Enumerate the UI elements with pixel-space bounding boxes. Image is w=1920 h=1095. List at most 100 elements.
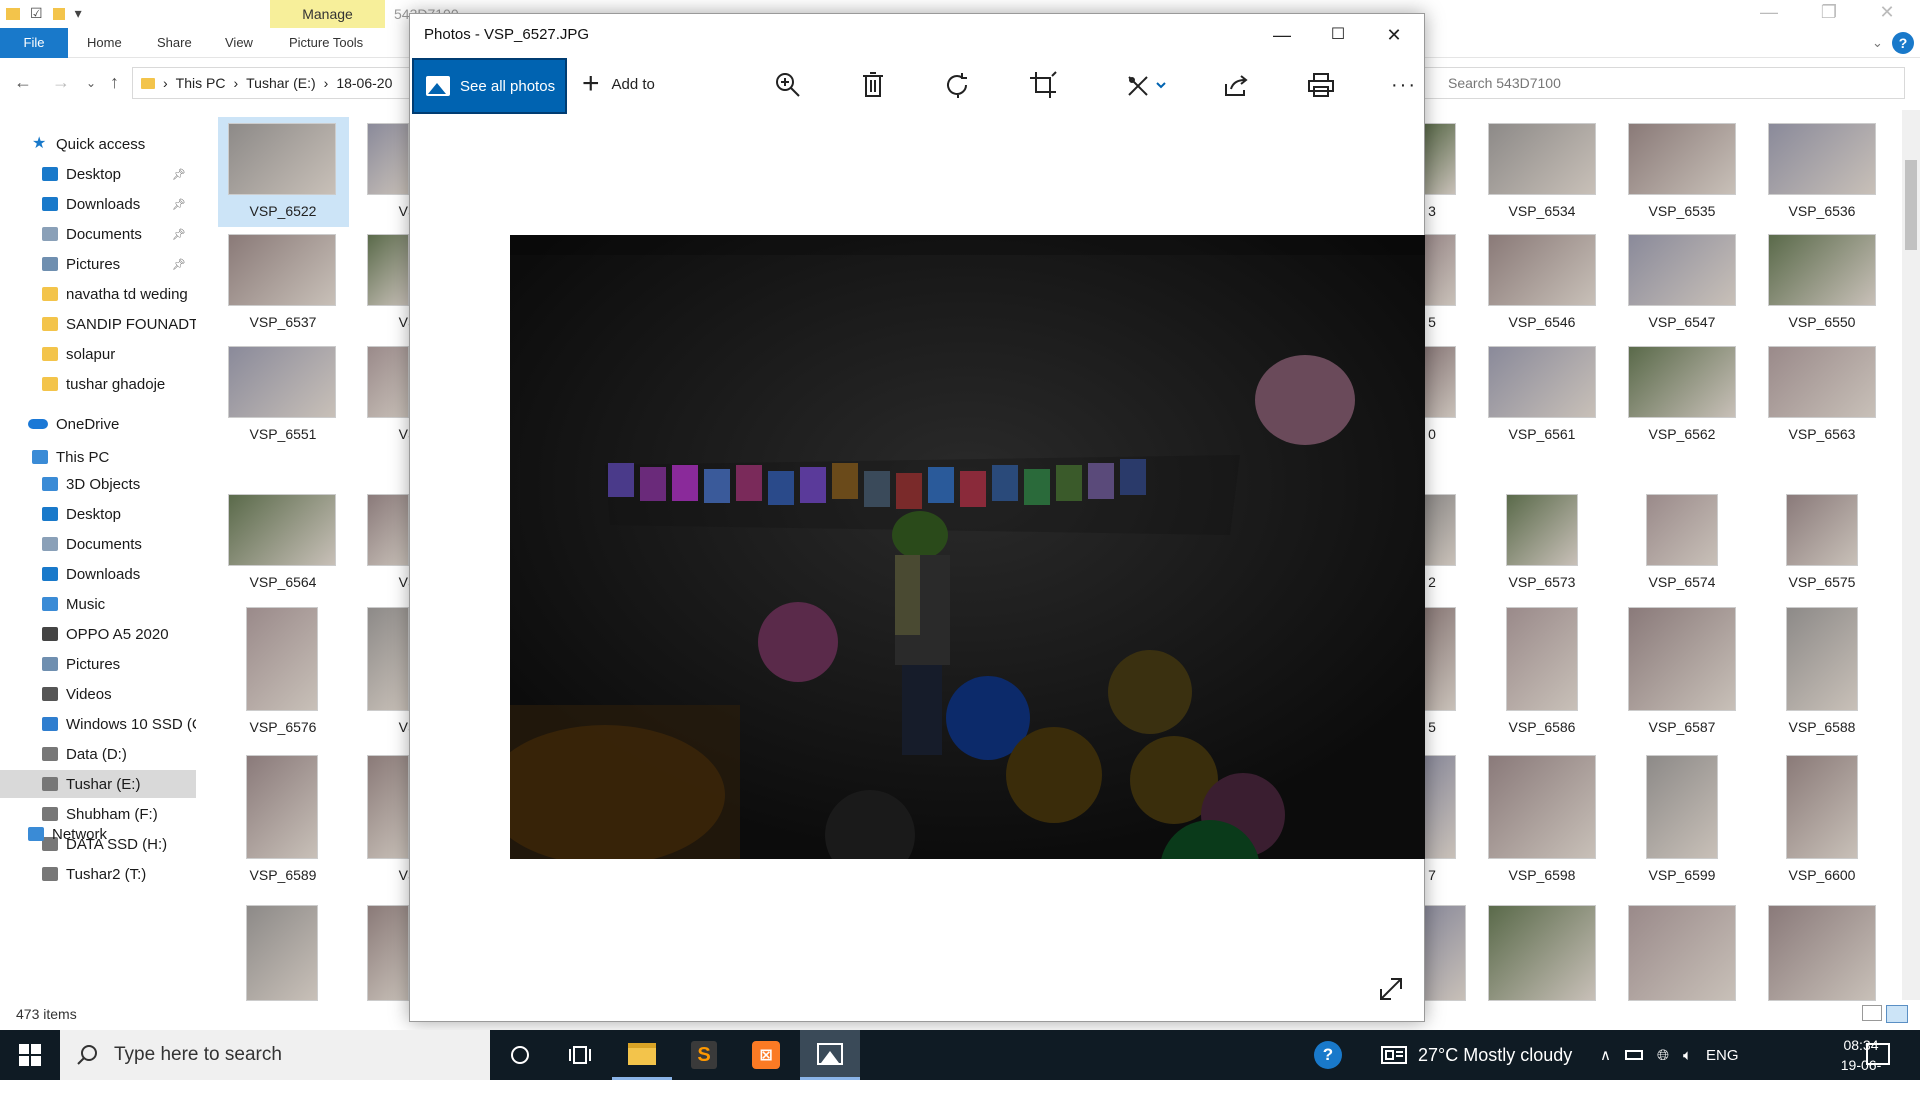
add-to-button[interactable]: + Add to [582, 69, 655, 99]
nav-pc-item[interactable]: Tushar2 (T:) [0, 860, 196, 888]
properties-icon[interactable]: ☑ [30, 5, 43, 22]
language-indicator[interactable]: ENG [1706, 1047, 1739, 1064]
file-thumbnail[interactable] [1424, 346, 1456, 418]
file-thumbnail[interactable] [1424, 234, 1456, 306]
file-name[interactable]: VSP_6537 [213, 314, 353, 330]
breadcrumb-folder[interactable]: 18-06-20 [336, 75, 392, 91]
file-name[interactable]: VSP_6589 [213, 867, 353, 883]
scrollbar-thumb[interactable] [1905, 160, 1917, 250]
weather-widget[interactable]: 27°C Mostly cloudy [1380, 1030, 1572, 1080]
explorer-close-button[interactable]: ✕ [1864, 2, 1910, 23]
rotate-icon[interactable] [940, 68, 976, 102]
nav-pc-item[interactable]: Videos [0, 680, 196, 708]
nav-quick-item[interactable]: navatha td weding [0, 280, 196, 308]
cortana-icon[interactable] [490, 1030, 550, 1080]
file-name[interactable]: VSP_6536 [1752, 203, 1892, 219]
file-thumbnail[interactable] [1488, 123, 1596, 195]
volume-icon[interactable]: 🔈︎ [1683, 1047, 1692, 1064]
get-help-icon[interactable]: ? [1314, 1041, 1342, 1069]
file-thumbnail[interactable] [246, 755, 318, 859]
manage-tab[interactable]: Manage [270, 0, 385, 28]
nav-quick-item[interactable]: Downloads 📌︎ [0, 190, 196, 218]
file-thumbnail[interactable] [228, 346, 336, 418]
minimize-button[interactable]: — [1254, 20, 1310, 50]
explorer-minimize-button[interactable]: — [1746, 2, 1792, 23]
details-view-icon[interactable] [1862, 1005, 1882, 1021]
new-folder-icon[interactable] [52, 7, 65, 20]
file-thumbnail[interactable] [367, 123, 409, 195]
back-icon[interactable]: ← [14, 72, 32, 93]
nav-quick-item[interactable]: SANDIP FOUNADTI( [0, 310, 196, 338]
file-thumbnail[interactable] [1424, 494, 1456, 566]
file-name[interactable]: VSP_6573 [1472, 574, 1612, 590]
file-thumbnail[interactable] [1424, 123, 1456, 195]
help-icon[interactable]: ? [1892, 32, 1914, 54]
nav-pc-item[interactable]: Windows 10 SSD (C [0, 710, 196, 738]
network-icon[interactable]: 🌐︎ [1657, 1047, 1669, 1064]
nav-quick-item[interactable]: Documents 📌︎ [0, 220, 196, 248]
photos-taskbar-icon[interactable] [800, 1030, 860, 1080]
recent-locations-icon[interactable]: ⌄ [86, 76, 96, 90]
file-thumbnail[interactable] [1768, 234, 1876, 306]
file-thumbnail[interactable] [1628, 123, 1736, 195]
file-thumbnail[interactable] [1488, 346, 1596, 418]
large-icons-view-icon[interactable] [1886, 1005, 1908, 1023]
address-bar[interactable]: › This PC › Tushar (E:) › 18-06-20 [132, 67, 432, 99]
file-name[interactable]: VSP_6587 [1612, 719, 1752, 735]
sublime-text-icon[interactable]: S [674, 1030, 734, 1080]
fullscreen-icon[interactable] [1376, 974, 1406, 1004]
vertical-scrollbar[interactable] [1902, 110, 1920, 1000]
file-name[interactable]: VSP_6562 [1612, 426, 1752, 442]
see-all-photos-button[interactable]: See all photos [412, 58, 567, 114]
file-name[interactable]: VSP_6564 [213, 574, 353, 590]
nav-pc-item[interactable]: Documents [0, 530, 196, 558]
more-icon[interactable]: ··· [1386, 68, 1422, 102]
search-input[interactable]: Search 543D7100 [1415, 67, 1905, 99]
nav-pc-item[interactable]: Downloads [0, 560, 196, 588]
file-thumbnail[interactable] [367, 494, 409, 566]
file-thumbnail[interactable] [1786, 755, 1858, 859]
start-button[interactable] [0, 1030, 60, 1080]
file-tab[interactable]: File [0, 28, 68, 58]
share-tab[interactable]: Share [157, 28, 192, 58]
nav-this-pc[interactable]: This PC [0, 443, 196, 471]
crop-icon[interactable] [1025, 68, 1061, 102]
file-thumbnail[interactable] [1506, 607, 1578, 711]
nav-pc-item[interactable]: Data (D:) [0, 740, 196, 768]
nav-quick-item[interactable]: Pictures 📌︎ [0, 250, 196, 278]
file-thumbnail[interactable] [1488, 234, 1596, 306]
file-name[interactable]: VSP_6522 [213, 203, 353, 219]
file-thumbnail[interactable] [1628, 905, 1736, 1001]
file-name[interactable]: VSP_6547 [1612, 314, 1752, 330]
nav-pc-item[interactable]: Pictures [0, 650, 196, 678]
file-thumbnail[interactable] [1646, 494, 1718, 566]
file-name[interactable]: VSP_6599 [1612, 867, 1752, 883]
file-thumbnail[interactable] [246, 905, 318, 1001]
nav-quick-item[interactable]: tushar ghadoje [0, 370, 196, 398]
print-icon[interactable] [1303, 68, 1339, 102]
forward-icon[interactable]: → [52, 72, 70, 93]
file-thumbnail[interactable] [1646, 755, 1718, 859]
nav-onedrive[interactable]: OneDrive [0, 410, 196, 438]
task-view-icon[interactable] [550, 1030, 610, 1080]
expand-ribbon-icon[interactable]: ⌄ [1872, 28, 1883, 58]
file-thumbnail[interactable] [1488, 755, 1596, 859]
file-thumbnail[interactable] [1768, 346, 1876, 418]
file-explorer-taskbar-icon[interactable] [612, 1030, 672, 1080]
file-thumbnail[interactable] [367, 346, 409, 418]
file-thumbnail[interactable] [367, 607, 409, 711]
close-button[interactable]: ✕ [1366, 20, 1422, 50]
file-name[interactable]: VSP_6574 [1612, 574, 1752, 590]
zoom-in-icon[interactable] [770, 68, 806, 102]
file-name[interactable]: VSP_6598 [1472, 867, 1612, 883]
edit-icon[interactable] [1122, 68, 1172, 102]
file-thumbnail[interactable] [1768, 905, 1876, 1001]
file-name[interactable]: VSP_6575 [1752, 574, 1892, 590]
nav-quick-item[interactable]: solapur [0, 340, 196, 368]
file-thumbnail[interactable] [1506, 494, 1578, 566]
nav-pc-item[interactable]: Desktop [0, 500, 196, 528]
share-icon[interactable] [1218, 68, 1254, 102]
nav-network[interactable]: Network [0, 820, 196, 848]
show-hidden-icons-icon[interactable]: ∧ [1600, 1046, 1611, 1064]
file-name[interactable]: VSP_6561 [1472, 426, 1612, 442]
